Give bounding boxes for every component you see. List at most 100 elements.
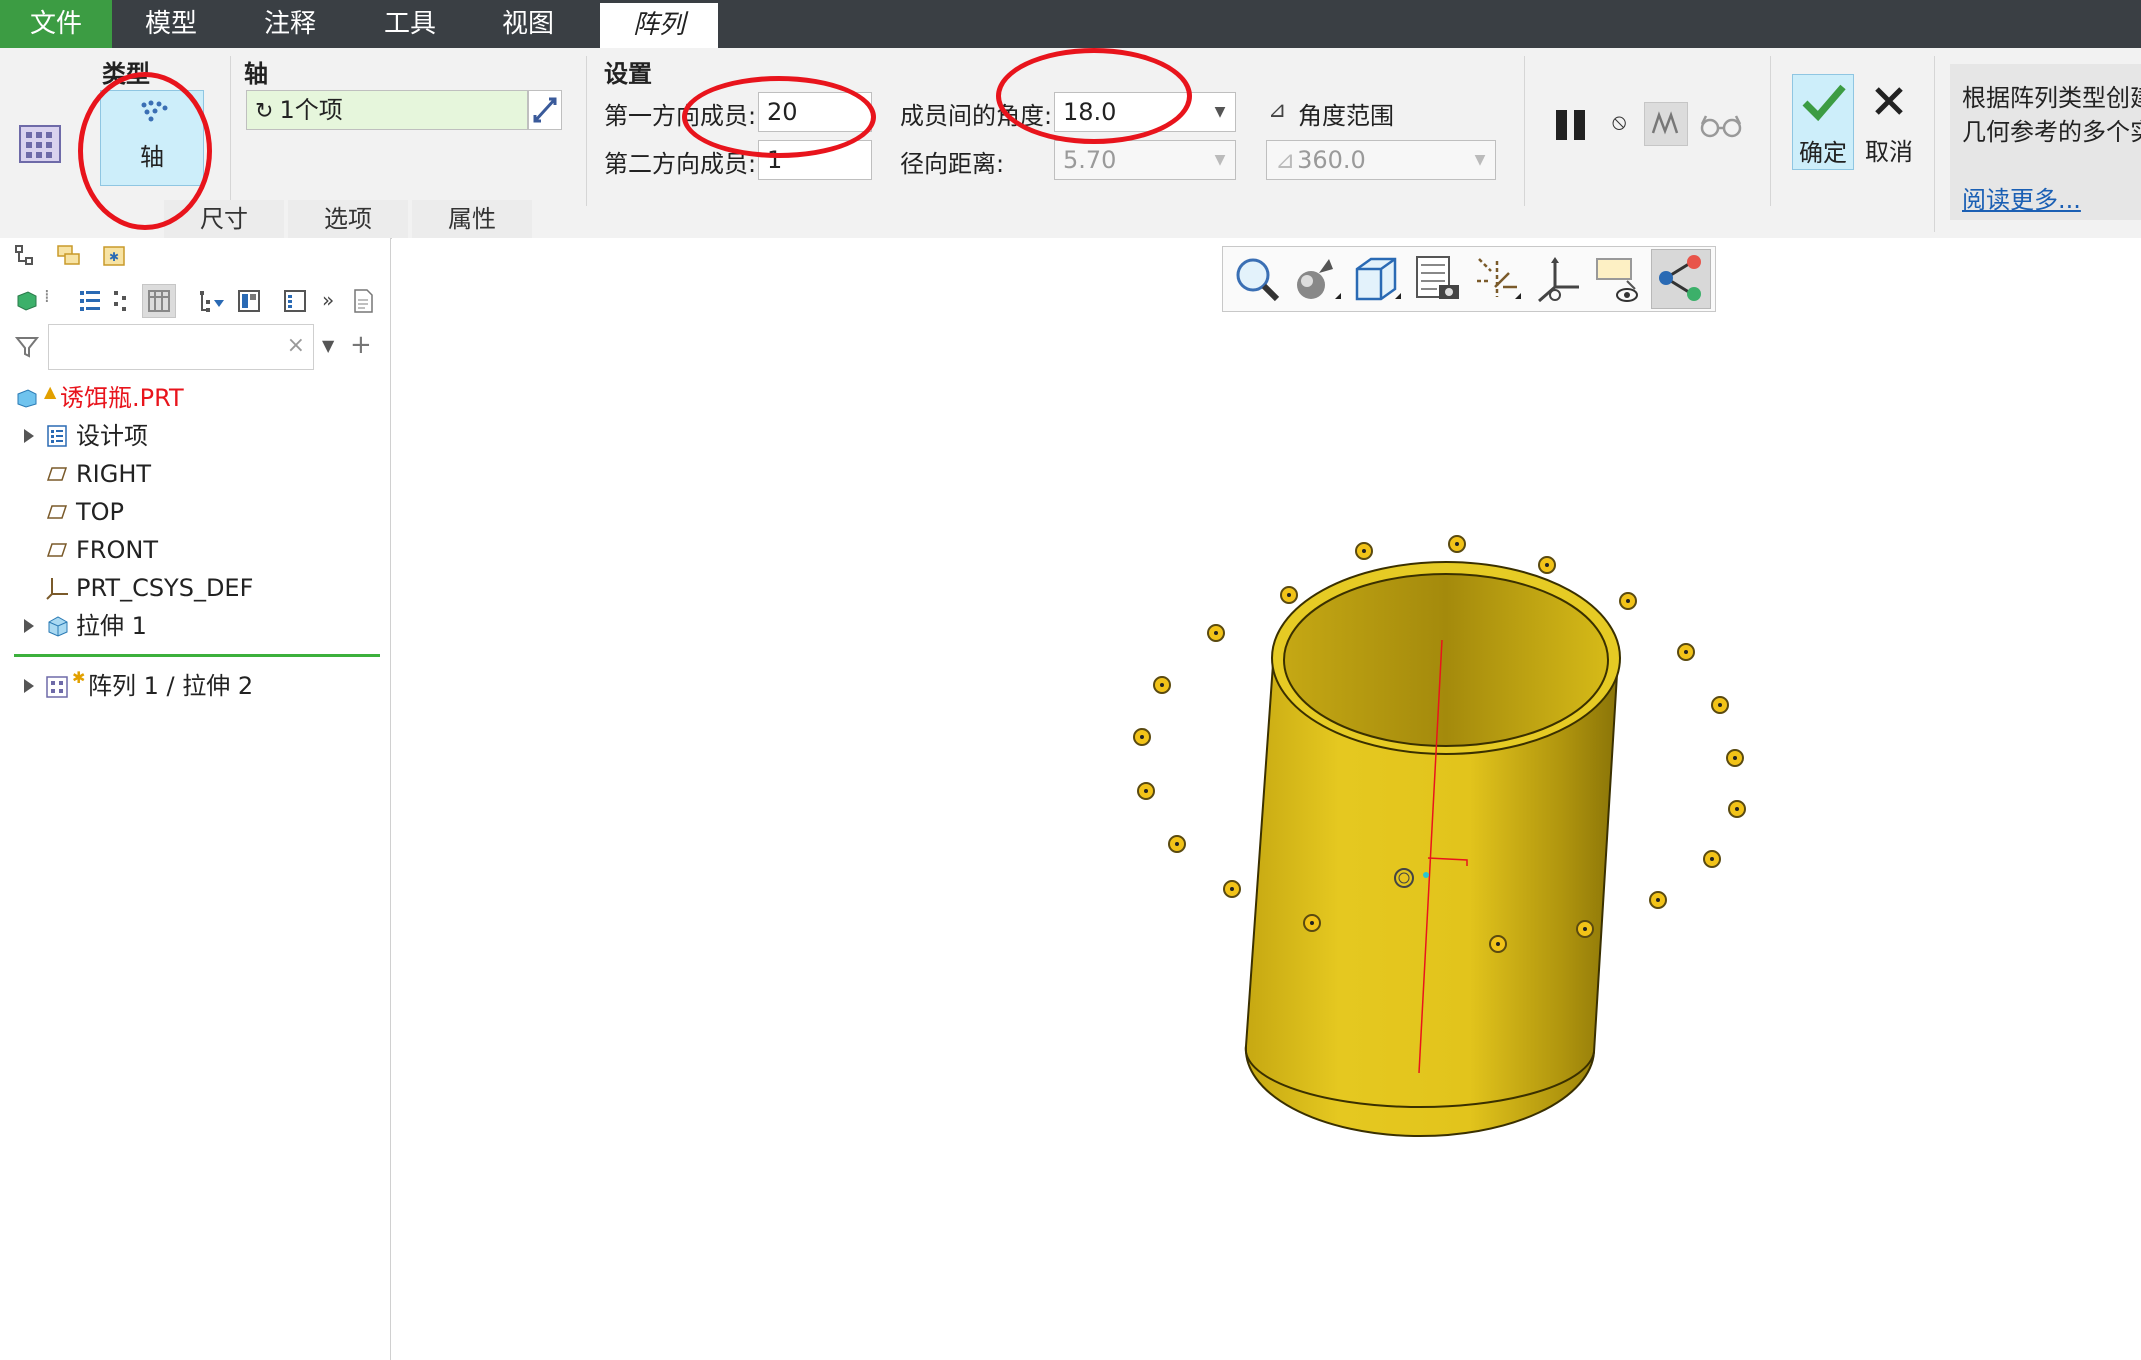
model-cylinder[interactable]: [392, 238, 2141, 1360]
tree-item-label: FRONT: [76, 536, 158, 564]
tree-item-top-plane[interactable]: TOP: [0, 494, 380, 530]
tree-search-input[interactable]: ×: [48, 324, 314, 370]
document-icon[interactable]: [350, 288, 376, 314]
tree-item-extrude-1[interactable]: 拉伸 1: [0, 608, 380, 644]
ok-button[interactable]: 确定: [1792, 74, 1854, 170]
tree-columns-button[interactable]: [142, 284, 176, 318]
axis-reference-icon: ↻: [255, 99, 274, 124]
axis-group-label: 轴: [244, 60, 268, 88]
graphics-viewport[interactable]: [392, 238, 2141, 1360]
add-icon[interactable]: +: [350, 330, 372, 360]
glasses-icon[interactable]: [1698, 110, 1744, 140]
model-tree-tab-icon[interactable]: [14, 244, 38, 268]
new-feature-icon: ✱: [72, 668, 86, 687]
pattern-member-dot[interactable]: [1538, 556, 1556, 574]
coordinate-system-icon: [46, 578, 68, 600]
tab-pattern[interactable]: 阵列: [600, 0, 718, 48]
tab-file[interactable]: 文件: [0, 0, 112, 48]
pattern-member-dot[interactable]: [1703, 850, 1721, 868]
tab-annotation[interactable]: 注释: [240, 0, 340, 48]
tree-item-label: 拉伸 1: [76, 612, 147, 640]
pattern-member-dot[interactable]: [1728, 800, 1746, 818]
first-direction-label: 第一方向成员:: [604, 102, 757, 130]
angle-range-label: 角度范围: [1298, 102, 1394, 130]
tab-tools[interactable]: 工具: [360, 0, 460, 48]
pattern-member-dot[interactable]: [1726, 749, 1744, 767]
chevron-down-icon[interactable]: ▼: [1209, 93, 1231, 131]
tree-root-label: 诱饵瓶.PRT: [60, 384, 184, 412]
verify-mode-button[interactable]: [1644, 102, 1688, 146]
clear-icon[interactable]: ×: [287, 333, 305, 358]
layers-tab-icon[interactable]: [56, 244, 84, 268]
second-direction-members-input[interactable]: 1: [758, 140, 872, 180]
svg-text:✱: ✱: [109, 250, 119, 264]
tab-dimensions[interactable]: 尺寸: [164, 200, 284, 238]
read-more-link[interactable]: 阅读更多...: [1962, 180, 2081, 215]
pattern-table-icon[interactable]: [18, 122, 62, 166]
tree-item-csys[interactable]: PRT_CSYS_DEF: [0, 570, 380, 606]
second-direction-label: 第二方向成员:: [604, 150, 757, 178]
tab-view[interactable]: 视图: [478, 0, 578, 48]
verify-mode-icon: [1651, 111, 1679, 135]
pattern-member-dot[interactable]: [1677, 643, 1695, 661]
filter-icon[interactable]: [14, 334, 40, 360]
expand-icon[interactable]: [24, 679, 34, 693]
pattern-member-dot[interactable]: [1133, 728, 1151, 746]
angle-between-input[interactable]: 18.0 ▼: [1054, 92, 1236, 132]
ribbon: 类型 轴 轴 ↻ 1个项 设置 第一方向成员: 20 第二方向成员: 1 成员间的…: [0, 48, 2141, 239]
pattern-member-dot[interactable]: [1137, 782, 1155, 800]
insert-indicator[interactable]: [14, 654, 380, 657]
pattern-member-dot[interactable]: [1207, 624, 1225, 642]
tree-item-label: RIGHT: [76, 460, 152, 488]
part-view-icon[interactable]: [14, 288, 40, 312]
expand-icon[interactable]: [24, 429, 34, 443]
warning-icon: ▲: [44, 382, 57, 401]
radial-distance-value: 5.70: [1063, 146, 1117, 174]
pattern-member-dot[interactable]: [1355, 542, 1373, 560]
datum-plane-icon: [46, 543, 68, 557]
divider: ⁞: [44, 286, 50, 307]
pattern-member-dot[interactable]: [1711, 696, 1729, 714]
tab-options[interactable]: 选项: [288, 200, 408, 238]
angle-range-input: ⊿360.0 ▼: [1266, 140, 1496, 180]
pattern-member-dot[interactable]: [1448, 535, 1466, 553]
tree-item-design-items[interactable]: 设计项: [0, 418, 380, 454]
tree-item-label: PRT_CSYS_DEF: [76, 574, 254, 602]
favorites-tab-icon[interactable]: ✱: [102, 244, 128, 268]
pattern-member-dot[interactable]: [1280, 586, 1298, 604]
angle-between-label: 成员间的角度:: [900, 102, 1053, 130]
expand-icon[interactable]: [24, 619, 34, 633]
axis-type-button[interactable]: 轴: [100, 90, 204, 186]
pattern-member-dot[interactable]: [1649, 891, 1667, 909]
expand-all-icon[interactable]: [78, 288, 104, 314]
angle-range-icon: ⊿: [1268, 98, 1287, 123]
help-text-line1: 根据阵列类型创建: [1962, 84, 2141, 112]
tree-settings-icon[interactable]: [236, 288, 262, 314]
tab-model[interactable]: 模型: [120, 0, 222, 48]
tree-filter-icon[interactable]: [198, 288, 226, 314]
tree-item-right-plane[interactable]: RIGHT: [0, 456, 380, 492]
pattern-member-dot[interactable]: [1223, 880, 1241, 898]
chevron-down-icon[interactable]: ▼: [322, 336, 334, 355]
more-icon[interactable]: »: [322, 288, 340, 314]
pattern-member-dot[interactable]: [1303, 914, 1321, 932]
radial-distance-input: 5.70 ▼: [1054, 140, 1236, 180]
tree-item-front-plane[interactable]: FRONT: [0, 532, 380, 568]
flip-direction-button[interactable]: [528, 90, 562, 130]
show-icon[interactable]: [282, 288, 308, 314]
pattern-member-dot[interactable]: [1619, 592, 1637, 610]
no-preview-icon[interactable]: ⦸: [1612, 110, 1636, 140]
model-tree-panel: ✱ ⁞ » × ▼ + ▲ 诱饵瓶.PRT 设计项 RIGHT TOP FRON…: [0, 238, 391, 1360]
axis-reference-collector[interactable]: ↻ 1个项: [246, 90, 528, 130]
pattern-member-dot[interactable]: [1489, 935, 1507, 953]
tab-properties[interactable]: 属性: [412, 200, 532, 238]
collapse-all-icon[interactable]: [112, 288, 132, 314]
tree-item-pattern[interactable]: ✱ 阵列 1 / 拉伸 2: [0, 668, 380, 704]
ok-label: 确定: [1799, 139, 1847, 167]
pattern-member-dot[interactable]: [1153, 676, 1171, 694]
first-direction-members-input[interactable]: 20: [758, 92, 872, 132]
pause-button[interactable]: [1554, 104, 1588, 144]
pattern-member-dot[interactable]: [1168, 835, 1186, 853]
cancel-button[interactable]: 取消: [1858, 74, 1920, 170]
pattern-member-dot[interactable]: [1576, 920, 1594, 938]
